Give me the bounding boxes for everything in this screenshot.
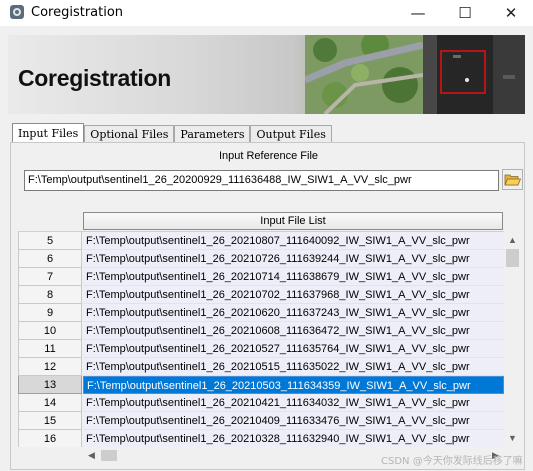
tab-bar: Input Files Optional Files Parameters Ou… (12, 123, 332, 143)
folder-open-icon[interactable] (502, 169, 523, 190)
tab-output-files[interactable]: Output Files (250, 125, 332, 143)
file-path-cell[interactable]: F:\Temp\output\sentinel1_26_20210608_111… (83, 322, 504, 340)
file-path-cell[interactable]: F:\Temp\output\sentinel1_26_20210702_111… (83, 286, 504, 304)
row-number: 10 (18, 322, 82, 340)
app-icon (10, 5, 24, 19)
window-title: Coregistration (31, 5, 124, 20)
row-number: 14 (18, 394, 82, 412)
table-row[interactable]: 11 F:\Temp\output\sentinel1_26_20210527_1… (18, 340, 504, 358)
file-list-rows: 5 F:\Temp\output\sentinel1_26_20210807_11… (18, 231, 504, 447)
table-row[interactable]: 5 F:\Temp\output\sentinel1_26_20210807_11… (18, 232, 504, 250)
file-path-cell[interactable]: F:\Temp\output\sentinel1_26_20210515_111… (83, 358, 504, 376)
input-file-list-header: Input File List (83, 212, 503, 230)
input-reference-field[interactable]: F:\Temp\output\sentinel1_26_20200929_111… (24, 170, 499, 191)
file-path-cell[interactable]: F:\Temp\output\sentinel1_26_20210421_111… (83, 394, 504, 412)
file-path-cell[interactable]: F:\Temp\output\sentinel1_26_20210328_111… (83, 430, 504, 447)
file-path-cell[interactable]: F:\Temp\output\sentinel1_26_20210503_111… (83, 376, 504, 394)
table-row[interactable]: 16 F:\Temp\output\sentinel1_26_20210328_1… (18, 430, 504, 447)
row-number: 9 (18, 304, 82, 322)
file-path-cell[interactable]: F:\Temp\output\sentinel1_26_20210726_111… (83, 250, 504, 268)
tab-optional-files[interactable]: Optional Files (84, 125, 175, 143)
file-path-cell[interactable]: F:\Temp\output\sentinel1_26_20210807_111… (83, 232, 504, 250)
maximize-button[interactable]: ☐ (442, 0, 488, 26)
input-files-panel: Input Reference File F:\Temp\output\sent… (10, 142, 525, 470)
minimize-button[interactable]: — (395, 0, 441, 26)
tab-input-files[interactable]: Input Files (12, 123, 85, 143)
table-row[interactable]: 6 F:\Temp\output\sentinel1_26_20210726_11… (18, 250, 504, 268)
vertical-scroll-thumb[interactable] (506, 249, 519, 267)
tab-parameters[interactable]: Parameters (174, 125, 251, 143)
close-button[interactable]: ✕ (488, 0, 533, 26)
row-number: 7 (18, 268, 82, 286)
row-number: 16 (18, 430, 82, 447)
scroll-up-icon[interactable]: ▲ (504, 232, 521, 249)
row-number: 11 (18, 340, 82, 358)
file-path-cell[interactable]: F:\Temp\output\sentinel1_26_20210409_111… (83, 412, 504, 430)
watermark: CSDN @今天你发际线后移了嘛 (381, 456, 523, 467)
radar-image (423, 35, 525, 114)
file-path-cell[interactable]: F:\Temp\output\sentinel1_26_20210527_111… (83, 340, 504, 358)
row-number: 13 (18, 376, 82, 394)
row-number: 6 (18, 250, 82, 268)
table-row[interactable]: 12 F:\Temp\output\sentinel1_26_20210515_1… (18, 358, 504, 376)
scroll-left-icon[interactable]: ◀ (83, 447, 100, 464)
aerial-image (305, 35, 423, 114)
row-number: 5 (18, 232, 82, 250)
title-bar: Coregistration — ☐ ✕ (0, 0, 533, 26)
table-row[interactable]: 8 F:\Temp\output\sentinel1_26_20210702_11… (18, 286, 504, 304)
row-number: 8 (18, 286, 82, 304)
row-number: 15 (18, 412, 82, 430)
table-row[interactable]: 14 F:\Temp\output\sentinel1_26_20210421_1… (18, 394, 504, 412)
header-banner: Coregistration (8, 35, 525, 114)
scroll-down-icon[interactable]: ▼ (504, 430, 521, 447)
input-file-list: Input File List 5 F:\Temp\output\sentinel… (17, 212, 524, 471)
table-row[interactable]: 7 F:\Temp\output\sentinel1_26_20210714_11… (18, 268, 504, 286)
vertical-scrollbar[interactable]: ▲ ▼ (504, 231, 521, 447)
banner-title: Coregistration (18, 65, 171, 91)
file-path-cell[interactable]: F:\Temp\output\sentinel1_26_20210714_111… (83, 268, 504, 286)
row-number: 12 (18, 358, 82, 376)
table-row[interactable]: 13 F:\Temp\output\sentinel1_26_20210503_1… (18, 376, 504, 394)
table-row[interactable]: 10 F:\Temp\output\sentinel1_26_20210608_1… (18, 322, 504, 340)
table-row[interactable]: 9 F:\Temp\output\sentinel1_26_20210620_11… (18, 304, 504, 322)
table-row[interactable]: 15 F:\Temp\output\sentinel1_26_20210409_1… (18, 412, 504, 430)
horizontal-scroll-thumb[interactable] (101, 450, 117, 461)
file-path-cell[interactable]: F:\Temp\output\sentinel1_26_20210620_111… (83, 304, 504, 322)
input-reference-label: Input Reference File (218, 150, 319, 162)
window-body: Coregistration Input Files Optional File… (0, 26, 533, 471)
